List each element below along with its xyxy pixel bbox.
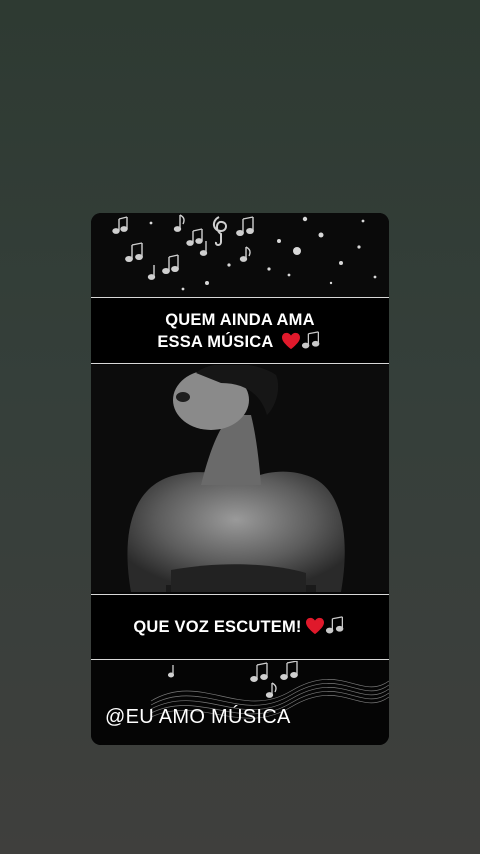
bottom-caption: QUE VOZ ESCUTEM! [133,616,346,638]
watermark-text: @EU AMO MÚSICA [105,706,291,728]
caption-line-1: QUEM AINDA AMA [165,310,315,329]
bottom-caption-band: QUE VOZ ESCUTEM! [91,594,389,660]
bottom-wave-area: @EU AMO MÚSICA [91,661,389,745]
caption-line-2-text: ESSA MÚSICA [157,332,273,351]
singer-photo-illustration [91,365,389,592]
bottom-caption-text: QUE VOZ ESCUTEM! [133,618,302,636]
caption-line-2: ESSA MÚSICA [157,330,322,353]
heart-icon [281,332,300,349]
top-caption-band: QUEM AINDA AMA ESSA MÚSICA [91,297,389,364]
music-notes-icon [301,330,320,348]
story-card: QUEM AINDA AMA ESSA MÚSICA QUE VOZ ESCUT… [91,213,389,745]
heart-icon [305,617,324,635]
floating-notes-graphic [112,214,377,291]
music-notes-icon [325,616,343,634]
music-notes-banner [91,213,389,297]
singer-photo [91,365,389,592]
sound-wave-graphic [150,661,389,719]
top-caption: QUEM AINDA AMA ESSA MÚSICA [157,309,322,353]
